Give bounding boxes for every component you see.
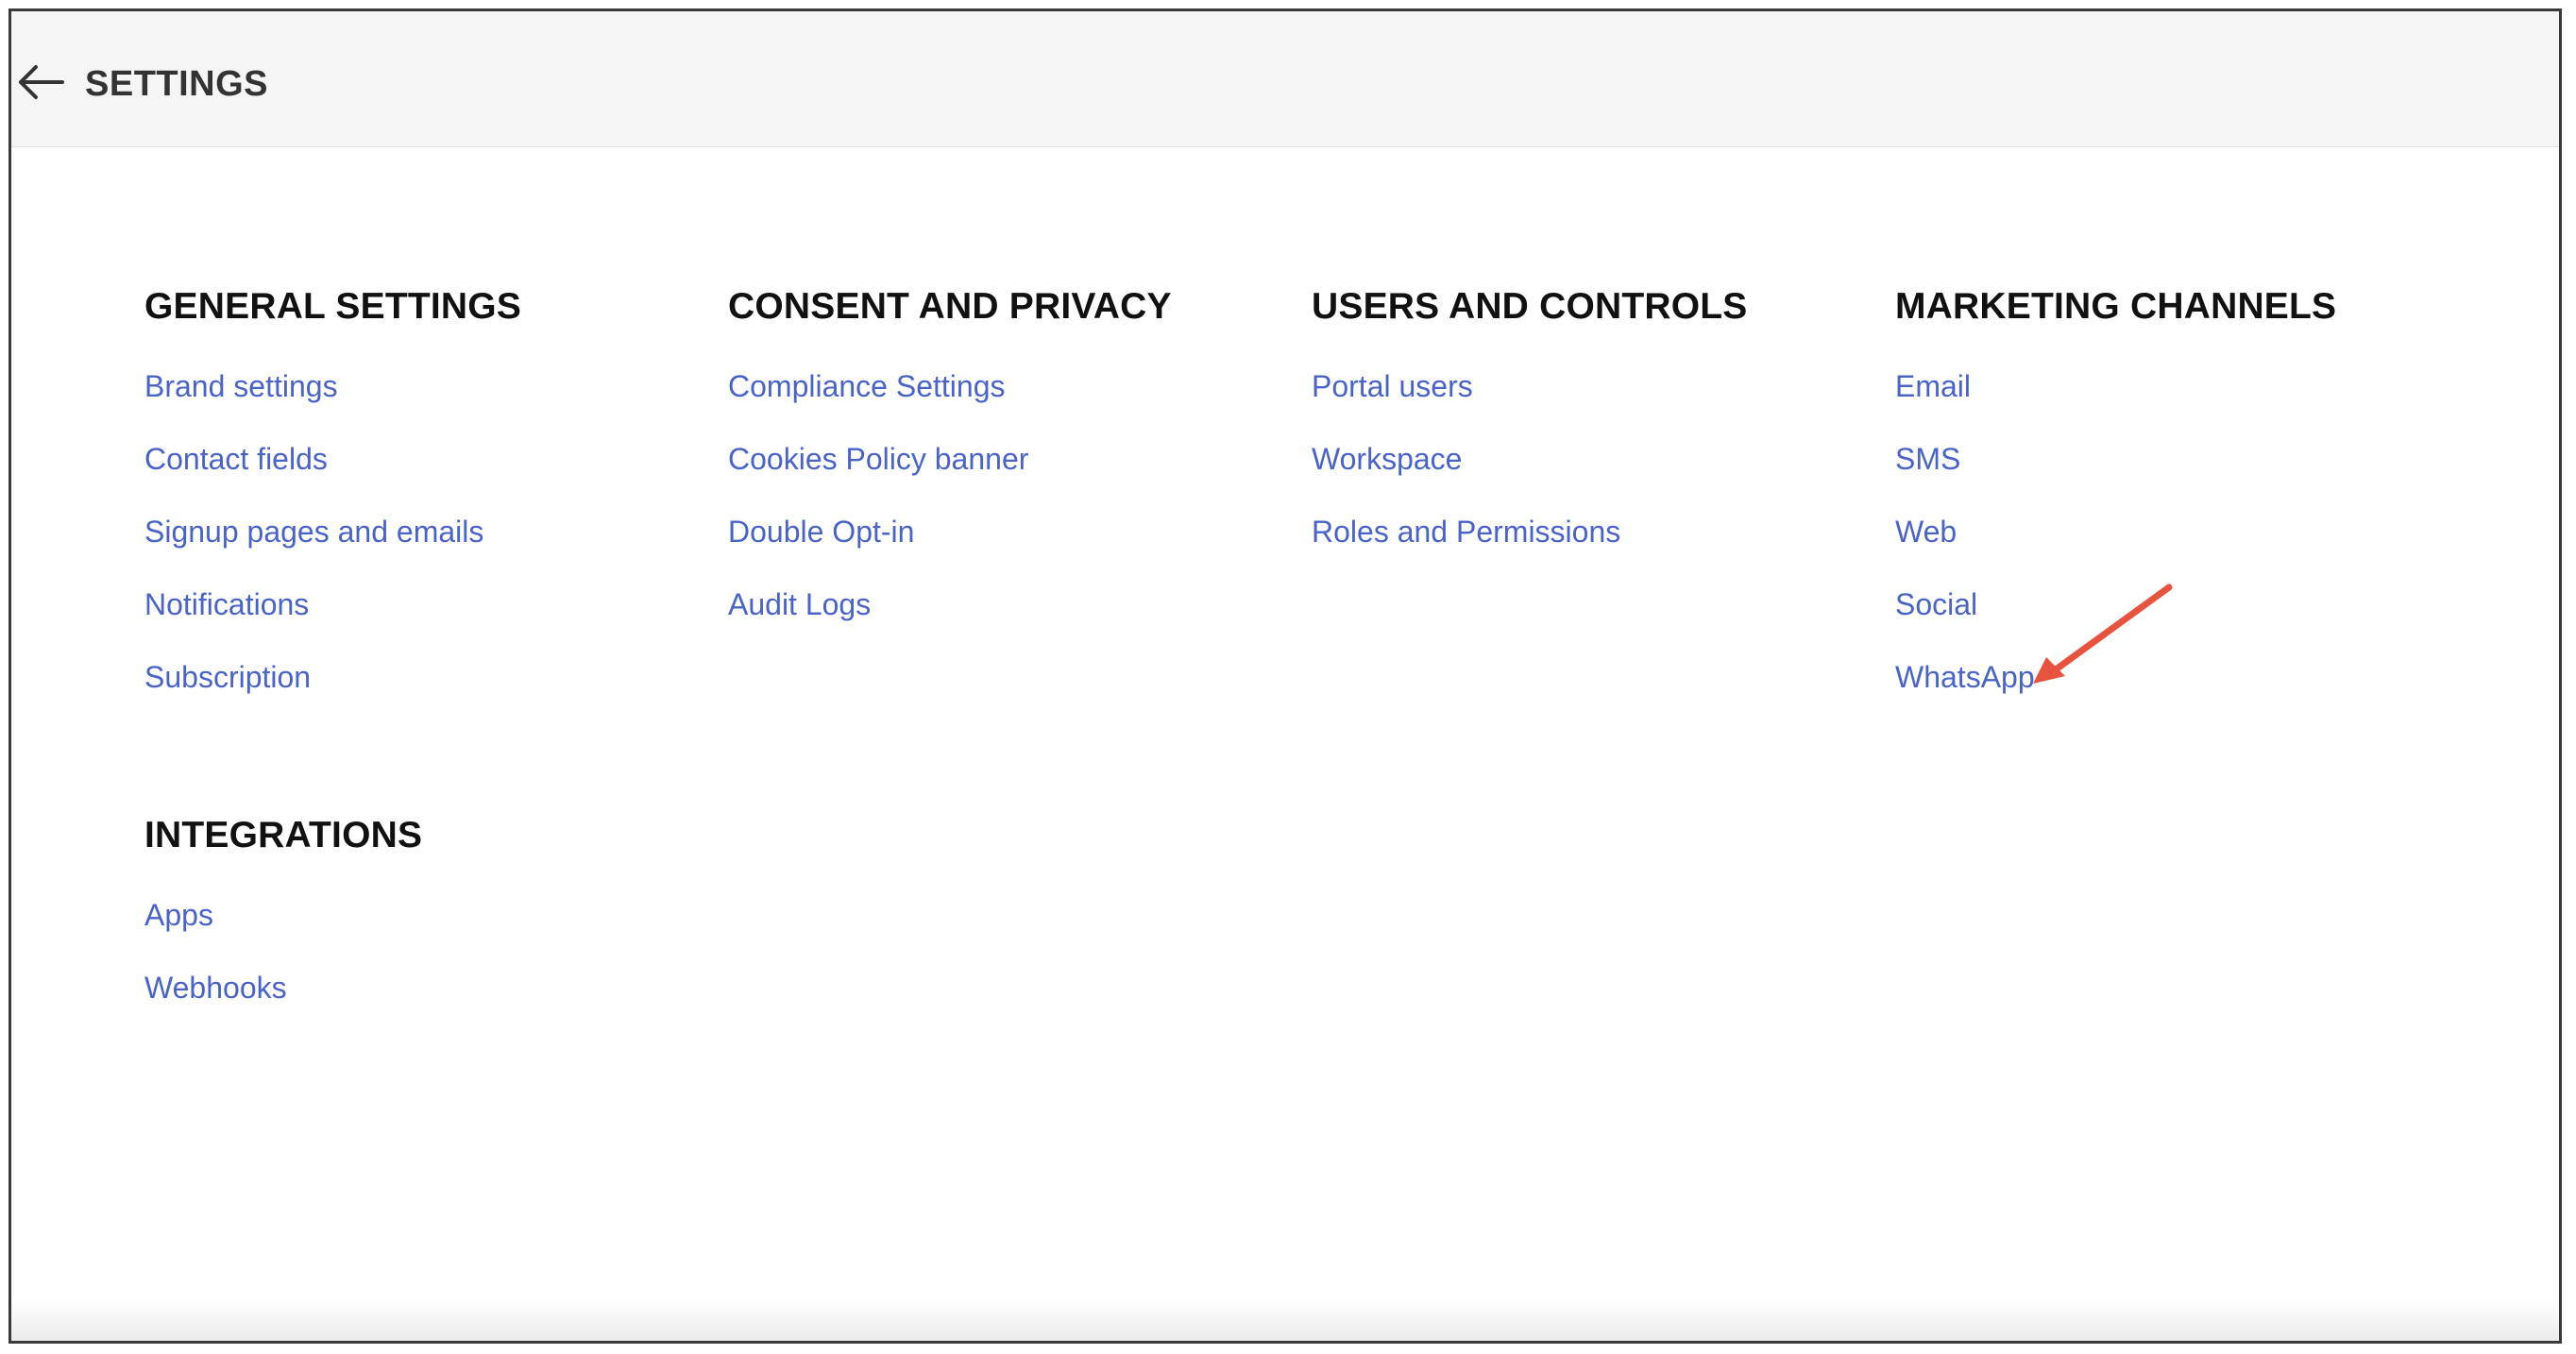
settings-window: SETTINGS GENERAL SETTINGS Brand settings… bbox=[8, 8, 2562, 1344]
list-item: Cookies Policy banner bbox=[728, 440, 1257, 513]
link-double-opt-in[interactable]: Double Opt-in bbox=[728, 515, 914, 549]
list-item: SMS bbox=[1895, 440, 2424, 513]
section-integrations: INTEGRATIONS Apps Webhooks bbox=[144, 813, 673, 1041]
link-signup-pages-and-emails[interactable]: Signup pages and emails bbox=[144, 515, 483, 549]
link-social[interactable]: Social bbox=[1895, 587, 1977, 621]
section-consent-and-privacy: CONSENT AND PRIVACY Compliance Settings … bbox=[728, 284, 1257, 658]
list-item: Audit Logs bbox=[728, 585, 1257, 658]
page-title: SETTINGS bbox=[85, 64, 269, 104]
link-email[interactable]: Email bbox=[1895, 369, 1971, 403]
link-subscription[interactable]: Subscription bbox=[144, 660, 311, 694]
link-portal-users[interactable]: Portal users bbox=[1312, 369, 1473, 403]
link-compliance-settings[interactable]: Compliance Settings bbox=[728, 369, 1005, 403]
link-roles-and-permissions[interactable]: Roles and Permissions bbox=[1312, 515, 1620, 549]
users-and-controls-list: Portal users Workspace Roles and Permiss… bbox=[1312, 367, 1840, 585]
list-item: Double Opt-in bbox=[728, 513, 1257, 585]
list-item: Compliance Settings bbox=[728, 367, 1257, 440]
link-notifications[interactable]: Notifications bbox=[144, 587, 309, 621]
list-item: Notifications bbox=[144, 585, 673, 658]
list-item: Workspace bbox=[1312, 440, 1840, 513]
settings-header: SETTINGS bbox=[11, 11, 2559, 147]
list-item: Roles and Permissions bbox=[1312, 513, 1840, 585]
list-item: Email bbox=[1895, 367, 2424, 440]
link-web[interactable]: Web bbox=[1895, 515, 1957, 549]
section-general-settings: GENERAL SETTINGS Brand settings Contact … bbox=[144, 284, 673, 731]
list-item: Contact fields bbox=[144, 440, 673, 513]
list-item: Brand settings bbox=[144, 367, 673, 440]
link-apps[interactable]: Apps bbox=[144, 898, 213, 932]
link-contact-fields[interactable]: Contact fields bbox=[144, 442, 328, 476]
list-item: Web bbox=[1895, 513, 2424, 585]
list-item: Signup pages and emails bbox=[144, 513, 673, 585]
link-workspace[interactable]: Workspace bbox=[1312, 442, 1462, 476]
list-item: Subscription bbox=[144, 658, 673, 731]
annotation-arrow-icon bbox=[2033, 584, 2173, 684]
link-audit-logs[interactable]: Audit Logs bbox=[728, 587, 871, 621]
list-item: Apps bbox=[144, 896, 673, 969]
link-cookies-policy-banner[interactable]: Cookies Policy banner bbox=[728, 442, 1028, 476]
section-title-general-settings: GENERAL SETTINGS bbox=[144, 286, 522, 327]
list-item: Portal users bbox=[1312, 367, 1840, 440]
section-title-users-and-controls: USERS AND CONTROLS bbox=[1312, 286, 1748, 327]
back-button[interactable] bbox=[13, 55, 68, 110]
link-whatsapp[interactable]: WhatsApp bbox=[1895, 660, 2035, 694]
link-brand-settings[interactable]: Brand settings bbox=[144, 369, 338, 403]
section-title-integrations: INTEGRATIONS bbox=[144, 815, 423, 855]
arrow-left-icon bbox=[19, 65, 64, 99]
section-users-and-controls: USERS AND CONTROLS Portal users Workspac… bbox=[1312, 284, 1840, 585]
consent-and-privacy-list: Compliance Settings Cookies Policy banne… bbox=[728, 367, 1257, 658]
section-title-consent-and-privacy: CONSENT AND PRIVACY bbox=[728, 286, 1172, 327]
integrations-list: Apps Webhooks bbox=[144, 896, 673, 1041]
general-settings-list: Brand settings Contact fields Signup pag… bbox=[144, 367, 673, 731]
link-sms[interactable]: SMS bbox=[1895, 442, 1960, 476]
link-webhooks[interactable]: Webhooks bbox=[144, 971, 287, 1005]
list-item: Webhooks bbox=[144, 969, 673, 1041]
bottom-shadow bbox=[11, 1297, 2559, 1341]
section-title-marketing-channels: MARKETING CHANNELS bbox=[1895, 286, 2337, 327]
